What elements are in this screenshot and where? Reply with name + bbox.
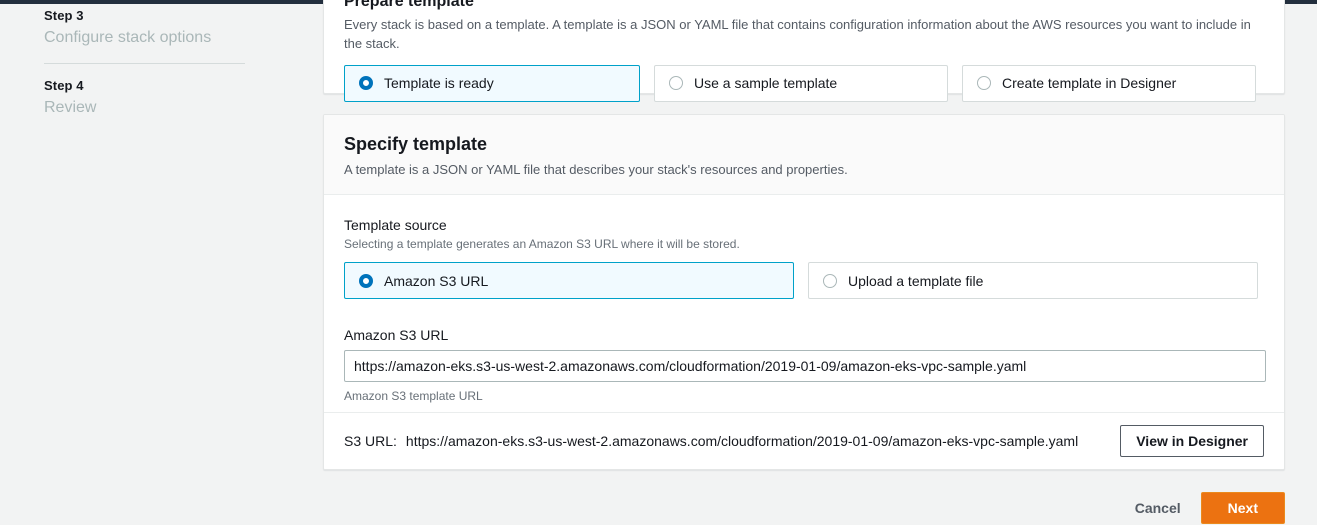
radio-icon-create-template-in-designer[interactable] xyxy=(977,76,991,91)
template-source-options: Amazon S3 URL Upload a template file xyxy=(344,262,1264,299)
option-create-template-in-designer-label: Create template in Designer xyxy=(1002,75,1177,92)
specify-template-title: Specify template xyxy=(344,134,488,154)
option-upload-a-template-file[interactable]: Upload a template file xyxy=(808,262,1258,299)
prepare-template-title: Prepare template xyxy=(344,0,474,10)
specify-template-subtitle: A template is a JSON or YAML file that d… xyxy=(344,162,848,177)
template-source-group: Template source Selecting a template gen… xyxy=(344,217,1264,299)
sidebar-step-4[interactable]: Step 4 Review xyxy=(44,78,310,117)
sidebar-step-3-number: Step 3 xyxy=(44,8,84,23)
cancel-button[interactable]: Cancel xyxy=(1129,492,1187,524)
option-template-is-ready[interactable]: Template is ready xyxy=(344,64,640,102)
radio-icon-use-a-sample-template[interactable] xyxy=(669,76,683,91)
next-button[interactable]: Next xyxy=(1200,492,1285,524)
option-upload-a-template-file-label: Upload a template file xyxy=(848,272,984,289)
s3-url-field-label: Amazon S3 URL xyxy=(344,327,449,343)
sidebar-divider xyxy=(44,63,245,64)
option-amazon-s3-url[interactable]: Amazon S3 URL xyxy=(344,262,794,299)
s3-url-footer-label: S3 URL: xyxy=(344,433,397,449)
specify-template-card: Specify template A template is a JSON or… xyxy=(323,114,1285,470)
option-use-a-sample-template[interactable]: Use a sample template xyxy=(654,64,948,102)
sidebar-step-3[interactable]: Step 3 Configure stack options xyxy=(44,8,310,47)
template-source-label: Template source xyxy=(344,217,447,233)
option-template-is-ready-label: Template is ready xyxy=(384,75,494,92)
main-content: Prepare template Every stack is based on… xyxy=(310,0,1317,525)
s3-url-input[interactable] xyxy=(344,350,1266,382)
prepare-template-options: Template is ready Use a sample template … xyxy=(344,64,1264,102)
prepare-template-card: Prepare template Every stack is based on… xyxy=(323,0,1285,102)
s3-url-footer-value: https://amazon-eks.s3-us-west-2.amazonaw… xyxy=(405,433,1079,449)
option-create-template-in-designer[interactable]: Create template in Designer xyxy=(962,64,1256,102)
option-amazon-s3-url-label: Amazon S3 URL xyxy=(384,272,489,289)
s3-url-input-hint: Amazon S3 template URL xyxy=(344,389,483,403)
radio-icon-upload-a-template-file[interactable] xyxy=(823,273,837,288)
sidebar-step-3-label: Configure stack options xyxy=(44,29,212,46)
template-source-hint: Selecting a template generates an Amazon… xyxy=(344,237,740,251)
sidebar-step-4-label: Review xyxy=(44,99,97,116)
radio-icon-amazon-s3-url[interactable] xyxy=(359,273,373,288)
radio-icon-template-is-ready[interactable] xyxy=(359,76,373,91)
specify-template-body: Template source Selecting a template gen… xyxy=(324,195,1284,403)
s3-url-footer: S3 URL: https://amazon-eks.s3-us-west-2.… xyxy=(324,412,1284,469)
view-in-designer-button[interactable]: View in Designer xyxy=(1120,425,1264,457)
specify-template-header: Specify template A template is a JSON or… xyxy=(324,115,1284,195)
s3-url-field-group: Amazon S3 URL Amazon S3 template URL xyxy=(344,327,1266,403)
wizard-step-sidebar: Step 3 Configure stack options Step 4 Re… xyxy=(0,4,310,525)
wizard-action-bar: Cancel Next xyxy=(323,492,1285,524)
sidebar-step-4-number: Step 4 xyxy=(44,78,84,93)
option-use-a-sample-template-label: Use a sample template xyxy=(694,75,838,92)
prepare-template-description: Every stack is based on a template. A te… xyxy=(344,17,1251,51)
